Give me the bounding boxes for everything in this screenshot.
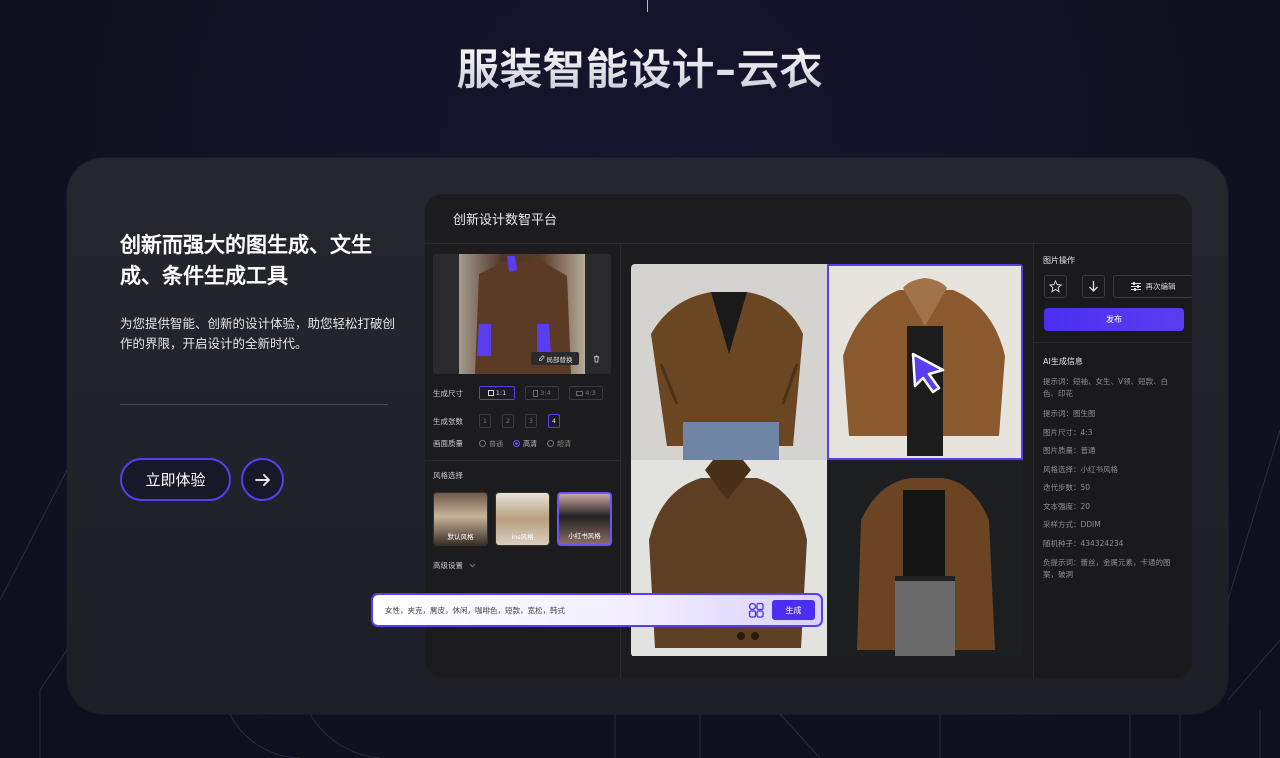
sliders-icon xyxy=(1130,282,1141,291)
re-edit-label: 再次编辑 xyxy=(1145,282,1176,291)
size-row: 生成尺寸 1:1 3:4 4:3 xyxy=(433,386,613,400)
result-photo xyxy=(857,478,995,656)
style-card-default[interactable]: 默认风格 xyxy=(433,492,488,546)
local-replace-label: 局部替换 xyxy=(546,355,573,364)
quality-option-label: 超清 xyxy=(557,439,571,448)
publish-button[interactable]: 发布 xyxy=(1044,308,1184,331)
result-image-1[interactable] xyxy=(631,264,827,460)
arrow-right-icon xyxy=(254,473,270,486)
page-title: 服装智能设计–云衣 xyxy=(0,36,1280,97)
prompt-input[interactable]: 女性，夹克，麂皮，休闲，咖啡色，短款，宽松，韩式 xyxy=(385,605,748,616)
style-card-ins[interactable]: ins风格 xyxy=(495,492,550,546)
quality-row: 画面质量 普通 高清 超清 xyxy=(433,438,581,449)
result-image-4[interactable] xyxy=(827,460,1023,656)
size-option-1-1[interactable]: 1:1 xyxy=(479,386,515,400)
ai-info-title: AI生成信息 xyxy=(1043,357,1083,366)
result-image-2[interactable] xyxy=(827,264,1023,460)
size-option-3-4[interactable]: 3:4 xyxy=(525,386,559,400)
style-list: 默认风格 ins风格 小红书风格 xyxy=(433,492,612,546)
quality-radio[interactable]: 高清 xyxy=(513,439,537,449)
info-line: 采样方式：DDIM xyxy=(1043,520,1101,529)
intro-section: 创新而强大的图生成、文生成、条件生成工具 为您提供智能、创新的设计体验，助您轻松… xyxy=(120,230,400,354)
style-section-label: 风格选择 xyxy=(433,471,463,480)
style-section-header: 风格选择 xyxy=(433,470,479,481)
image-ops-title: 图片操作 xyxy=(1043,256,1075,265)
style-card-label: ins风格 xyxy=(511,533,534,541)
quality-radio[interactable]: 普通 xyxy=(479,439,503,449)
count-option[interactable]: 1 xyxy=(479,414,491,428)
quality-label: 画面质量 xyxy=(433,439,463,448)
favorite-button[interactable] xyxy=(1044,275,1067,298)
generate-button[interactable]: 生成 xyxy=(772,600,815,620)
style-card-xiaohongshu[interactable]: 小红书风格 xyxy=(557,492,612,546)
size-option-4-3[interactable]: 4:3 xyxy=(569,386,603,400)
advanced-settings-label: 高级设置 xyxy=(433,561,463,570)
info-line: 文本强度：20 xyxy=(1043,502,1091,511)
reference-photo xyxy=(459,254,585,374)
advanced-settings-toggle[interactable]: 高级设置 xyxy=(433,560,476,571)
result-photo xyxy=(651,292,803,460)
arrow-button[interactable] xyxy=(241,458,284,501)
quality-option-label: 普通 xyxy=(489,439,503,448)
size-option-label: 1:1 xyxy=(495,389,507,397)
download-icon xyxy=(1089,281,1098,292)
intro-description: 为您提供智能、创新的设计体验，助您轻松打破创作的界限，开启设计的全新时代。 xyxy=(120,316,396,351)
try-now-button[interactable]: 立即体验 xyxy=(120,458,231,501)
intro-divider xyxy=(120,404,388,405)
app-title: 创新设计数智平台 xyxy=(453,213,558,228)
download-button[interactable] xyxy=(1082,275,1105,298)
size-option-label: 4:3 xyxy=(585,389,596,397)
star-icon xyxy=(1049,280,1062,293)
size-label: 生成尺寸 xyxy=(433,388,463,398)
style-icon[interactable] xyxy=(748,602,764,618)
quality-radio[interactable]: 超清 xyxy=(547,439,571,449)
right-panel: 图片操作 再次编辑 发布 AI生成信息 提示词：短袖、女生、V领、短款、白色、印… xyxy=(1033,244,1192,678)
info-line: 提示词：图生图 xyxy=(1043,409,1096,418)
size-option-label: 3:4 xyxy=(540,389,551,397)
top-divider-tick xyxy=(647,0,648,12)
style-card-label: 默认风格 xyxy=(447,533,474,541)
info-line: 负提示词：蕾丝，金属元素，卡通的图案，破洞 xyxy=(1043,558,1171,579)
info-line: 风格选择：小红书风格 xyxy=(1043,465,1118,474)
count-row: 生成张数 1 2 3 4 xyxy=(433,414,571,428)
panel-divider xyxy=(425,460,621,461)
info-line: 随机种子：434324234 xyxy=(1043,539,1124,548)
reference-image[interactable]: 局部替换 xyxy=(433,254,611,374)
count-option[interactable]: 3 xyxy=(525,414,537,428)
delete-button[interactable] xyxy=(589,352,604,365)
style-card-label: 小红书风格 xyxy=(568,532,601,540)
count-label: 生成张数 xyxy=(433,416,463,426)
count-option[interactable]: 2 xyxy=(502,414,514,428)
info-line: 图片尺寸：4:3 xyxy=(1043,428,1093,437)
info-line: 提示词：短袖、女生、V领、短款、白色、印花 xyxy=(1043,377,1169,398)
app-header: 创新设计数智平台 xyxy=(425,194,1192,244)
quality-option-label: 高清 xyxy=(523,439,537,448)
count-option[interactable]: 4 xyxy=(548,414,560,428)
trash-icon xyxy=(593,355,600,362)
pencil-icon xyxy=(538,355,545,361)
info-line: 迭代步数：50 xyxy=(1043,483,1091,492)
panel-divider xyxy=(1034,342,1192,343)
local-replace-button[interactable]: 局部替换 xyxy=(531,352,579,365)
prompt-bar: 女性，夹克，麂皮，休闲，咖啡色，短款，宽松，韩式 生成 xyxy=(371,593,823,627)
intro-headline: 创新而强大的图生成、文生成、条件生成工具 xyxy=(120,233,372,288)
info-line: 图片质量：普通 xyxy=(1043,446,1096,455)
result-photo xyxy=(843,278,1005,456)
re-edit-button[interactable]: 再次编辑 xyxy=(1113,275,1192,298)
chevron-down-icon xyxy=(469,563,476,568)
